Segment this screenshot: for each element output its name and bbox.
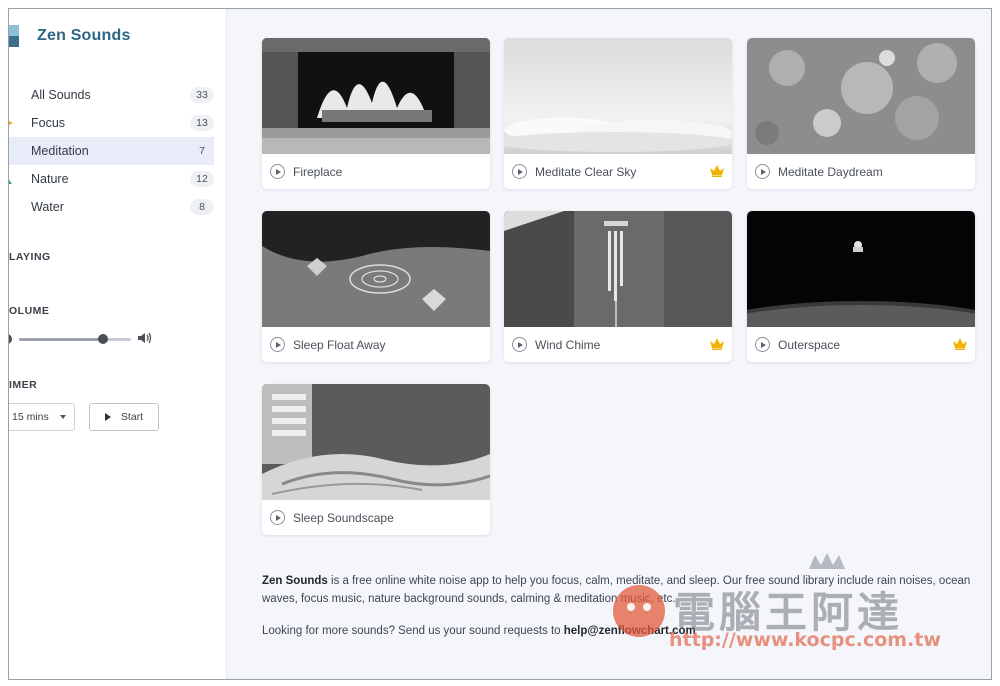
sound-request-text: Looking for more sounds? Send us your so… xyxy=(262,625,696,637)
timer-duration-value: 15 mins xyxy=(12,411,49,423)
main-content: Fireplace Meditate Clear Sky Meditate Da… xyxy=(228,9,991,679)
category-label: Meditation xyxy=(31,144,89,158)
outerspace-thumbnail xyxy=(747,211,975,327)
sleep-soundscape-thumbnail xyxy=(262,384,490,500)
card-footer: Outerspace xyxy=(747,327,975,362)
category-count: 7 xyxy=(199,145,205,157)
play-icon xyxy=(104,413,111,421)
play-icon[interactable] xyxy=(270,337,285,352)
support-email-link[interactable]: help@zenflowchart.com xyxy=(564,625,696,637)
category-label: Water xyxy=(31,200,64,214)
volume-high-icon[interactable] xyxy=(138,332,152,344)
crown-icon xyxy=(953,338,967,350)
drop-icon xyxy=(8,202,13,212)
category-label: Nature xyxy=(31,172,69,186)
category-item-water[interactable]: Water 8 xyxy=(9,193,214,221)
wind-chime-thumbnail xyxy=(504,211,732,327)
play-icon[interactable] xyxy=(270,510,285,525)
crown-icon xyxy=(710,165,724,177)
card-title: Sleep Soundscape xyxy=(293,511,394,525)
sound-card-meditate-clear-sky[interactable]: Meditate Clear Sky xyxy=(504,38,732,189)
volume-slider-fill xyxy=(19,338,103,341)
play-icon[interactable] xyxy=(755,164,770,179)
star-icon xyxy=(9,121,13,125)
fireplace-thumbnail xyxy=(262,38,490,154)
category-count: 8 xyxy=(190,199,214,215)
clear-sky-thumbnail xyxy=(504,38,732,154)
volume-control xyxy=(9,331,159,347)
card-title: Sleep Float Away xyxy=(293,338,386,352)
category-label: Focus xyxy=(31,116,66,130)
category-list: All Sounds 33 Focus 13 Meditation 7 Natu… xyxy=(9,81,214,221)
card-footer: Sleep Soundscape xyxy=(262,500,490,535)
sound-icon xyxy=(8,90,13,100)
play-icon[interactable] xyxy=(270,164,285,179)
volume-slider-handle[interactable] xyxy=(98,334,108,344)
card-footer: Sleep Float Away xyxy=(262,327,490,362)
about-brand: Zen Sounds xyxy=(262,575,328,587)
sound-card-outerspace[interactable]: Outerspace xyxy=(747,211,975,362)
volume-slider[interactable] xyxy=(19,334,131,344)
card-title: Meditate Daydream xyxy=(778,165,883,179)
zen-sounds-logo-icon xyxy=(9,25,19,47)
sound-card-sleep-float-away[interactable]: Sleep Float Away xyxy=(262,211,490,362)
category-count: 13 xyxy=(190,115,214,131)
about-text: Zen Sounds is a free online white noise … xyxy=(262,572,991,608)
card-title: Fireplace xyxy=(293,165,343,179)
category-count: 12 xyxy=(190,171,214,187)
category-count: 33 xyxy=(190,87,214,103)
timer-heading: IMER xyxy=(9,379,38,391)
sound-card-fireplace[interactable]: Fireplace xyxy=(262,38,490,189)
brand-title: Zen Sounds xyxy=(37,27,131,44)
timer-duration-select[interactable]: 15 mins xyxy=(9,403,75,431)
leaf-icon xyxy=(9,179,12,184)
play-icon[interactable] xyxy=(755,337,770,352)
sidebar: Zen Sounds All Sounds 33 Focus 13 Medita… xyxy=(9,9,227,679)
crown-icon xyxy=(710,338,724,350)
category-item-all-sounds[interactable]: All Sounds 33 xyxy=(9,81,214,109)
timer-start-button[interactable]: Start xyxy=(89,403,159,431)
request-prefix: Looking for more sounds? Send us your so… xyxy=(262,625,564,637)
card-title: Meditate Clear Sky xyxy=(535,165,637,179)
float-away-thumbnail xyxy=(262,211,490,327)
card-title: Wind Chime xyxy=(535,338,601,352)
app-window: Zen Sounds All Sounds 33 Focus 13 Medita… xyxy=(8,8,992,680)
category-item-nature[interactable]: Nature 12 xyxy=(9,165,214,193)
playing-heading: LAYING xyxy=(9,251,51,263)
daydream-thumbnail xyxy=(747,38,975,154)
brand[interactable]: Zen Sounds xyxy=(9,23,131,49)
card-footer: Meditate Clear Sky xyxy=(504,154,732,189)
category-label: All Sounds xyxy=(31,88,91,102)
card-footer: Meditate Daydream xyxy=(747,154,975,189)
volume-low-icon[interactable] xyxy=(9,334,12,344)
sound-card-meditate-daydream[interactable]: Meditate Daydream xyxy=(747,38,975,189)
card-footer: Fireplace xyxy=(262,154,490,189)
card-footer: Wind Chime xyxy=(504,327,732,362)
volume-heading: OLUME xyxy=(9,305,50,317)
play-icon[interactable] xyxy=(512,164,527,179)
start-button-label: Start xyxy=(120,411,144,423)
about-description: is a free online white noise app to help… xyxy=(262,575,971,605)
category-item-meditation[interactable]: Meditation 7 xyxy=(9,137,214,165)
category-item-focus[interactable]: Focus 13 xyxy=(9,109,214,137)
play-icon[interactable] xyxy=(512,337,527,352)
sound-card-sleep-soundscape[interactable]: Sleep Soundscape xyxy=(262,384,490,535)
sound-card-wind-chime[interactable]: Wind Chime xyxy=(504,211,732,362)
chevron-down-icon xyxy=(60,415,66,419)
card-title: Outerspace xyxy=(778,338,841,352)
moon-icon xyxy=(8,146,13,156)
